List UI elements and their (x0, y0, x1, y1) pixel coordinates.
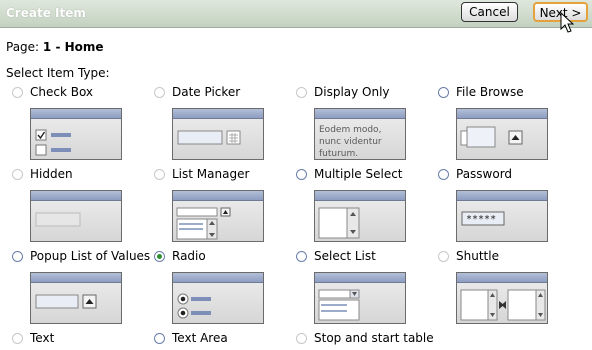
option-password[interactable]: Password (438, 166, 512, 182)
radio-group-icon (177, 293, 211, 319)
display-only-preview: Eodem modo, nunc videntur futurum. (314, 108, 406, 160)
password-field-icon: ***** (461, 211, 505, 226)
option-stop-and-start-table[interactable]: Stop and start table (296, 330, 434, 346)
multiple-select-icon (318, 207, 360, 239)
page-indicator: Page: 1 - Home (6, 40, 104, 54)
option-popup-list-of-values[interactable]: Popup List of Values (12, 248, 150, 264)
radio-hidden[interactable] (12, 168, 23, 180)
display-only-sample-text: Eodem modo, nunc videntur futurum. (319, 125, 382, 159)
shuttle-preview (456, 272, 548, 324)
option-label: Hidden (30, 167, 73, 181)
option-label: Multiple Select (314, 167, 403, 181)
radio-check-box[interactable] (12, 86, 23, 98)
password-mask-text: ***** (466, 214, 496, 225)
option-label: Text (30, 331, 55, 345)
option-multiple-select[interactable]: Multiple Select (296, 166, 403, 182)
hidden-field-icon (35, 212, 81, 227)
radio-list-manager[interactable] (154, 168, 165, 180)
radio-password[interactable] (438, 168, 449, 180)
option-label: List Manager (172, 167, 250, 181)
mouse-cursor-icon (560, 12, 574, 33)
hidden-preview (30, 190, 122, 242)
calendar-icon (177, 130, 241, 145)
option-label: Check Box (30, 85, 94, 99)
option-display-only[interactable]: Display Only (296, 84, 390, 100)
select-item-type-label: Select Item Type: (6, 66, 110, 80)
file-browse-preview (456, 108, 548, 160)
option-label: Select List (314, 249, 376, 263)
radio-date-picker[interactable] (154, 86, 165, 98)
radio-radio[interactable] (154, 250, 165, 262)
list-manager-icon (176, 207, 231, 240)
popup-list-of-values-preview (30, 272, 122, 324)
option-date-picker[interactable]: Date Picker (154, 84, 240, 100)
option-label: Radio (172, 249, 206, 263)
radio-preview (172, 272, 264, 324)
page-value: 1 - Home (42, 40, 104, 54)
option-label: Stop and start table (314, 331, 434, 345)
file-browse-icon (460, 126, 523, 148)
list-manager-preview (172, 190, 264, 242)
option-text-area[interactable]: Text Area (154, 330, 228, 346)
date-picker-preview (172, 108, 264, 160)
radio-popup-list-of-values[interactable] (12, 250, 23, 262)
option-list-manager[interactable]: List Manager (154, 166, 249, 182)
radio-file-browse[interactable] (438, 86, 449, 98)
option-shuttle[interactable]: Shuttle (438, 248, 499, 264)
radio-multiple-select[interactable] (296, 168, 307, 180)
option-label: File Browse (456, 85, 524, 99)
option-label: Shuttle (456, 249, 499, 263)
radio-select-list[interactable] (296, 250, 307, 262)
page-label: Page: (6, 40, 40, 54)
radio-stop-and-start-table[interactable] (296, 332, 307, 344)
option-hidden[interactable]: Hidden (12, 166, 73, 182)
radio-display-only[interactable] (296, 86, 307, 98)
option-check-box[interactable]: Check Box (12, 84, 93, 100)
dialog-title: Create Item (6, 6, 86, 20)
option-label: Popup List of Values (30, 249, 151, 263)
radio-shuttle[interactable] (438, 250, 449, 262)
option-label: Display Only (314, 85, 390, 99)
radio-text[interactable] (12, 332, 23, 344)
option-label: Password (456, 167, 513, 181)
cancel-button[interactable]: Cancel (461, 2, 518, 22)
dialog-header: Create Item Cancel Next > (0, 0, 592, 33)
select-list-preview (314, 272, 406, 324)
radio-text-area[interactable] (154, 332, 165, 344)
popup-lov-icon (35, 294, 97, 309)
check-box-preview (30, 108, 122, 160)
option-file-browse[interactable]: File Browse (438, 84, 524, 100)
shuttle-icon (460, 289, 546, 321)
option-select-list[interactable]: Select List (296, 248, 376, 264)
option-label: Text Area (172, 331, 228, 345)
password-preview: ***** (456, 190, 548, 242)
option-label: Date Picker (172, 85, 241, 99)
option-radio[interactable]: Radio (154, 248, 206, 264)
check-box-icon (35, 129, 71, 156)
multiple-select-preview (314, 190, 406, 242)
select-list-icon (318, 289, 360, 321)
option-text[interactable]: Text (12, 330, 54, 346)
